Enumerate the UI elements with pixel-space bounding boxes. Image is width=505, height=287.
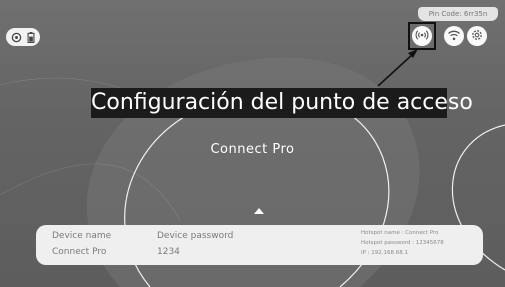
device-title: Connect Pro — [210, 142, 295, 157]
device-password-label: Device password — [157, 231, 234, 241]
device-password-value: 1234 — [157, 247, 180, 257]
hotspot-password: Hotspot password : 12345678 — [361, 240, 444, 246]
device-name-label: Device name — [52, 231, 112, 241]
device-name-value: Connect Pro — [52, 247, 107, 257]
hotspot-name: Hotspot name : Connect Pro — [361, 230, 439, 236]
screen: Pin Code: 6rr35n Configuración del punto… — [0, 0, 505, 287]
info-panel: Device name Connect Pro Device password … — [36, 225, 483, 265]
hotspot-ip: IP : 192.168.68.1 — [361, 250, 409, 256]
expand-caret-icon[interactable] — [254, 208, 264, 214]
annotation-label: Configuración del punto de acceso — [91, 88, 473, 118]
